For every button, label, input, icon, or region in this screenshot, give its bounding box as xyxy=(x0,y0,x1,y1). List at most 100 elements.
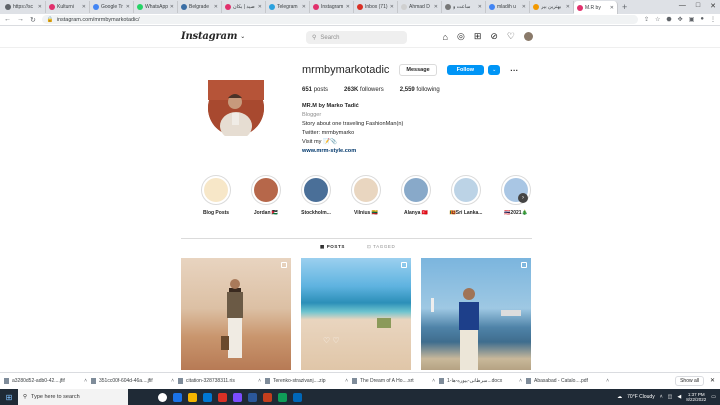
browser-tab[interactable]: بهترین بیر ✕ xyxy=(530,1,574,13)
heart-icon[interactable]: ♡ xyxy=(507,31,515,42)
share-icon[interactable]: ⇪ xyxy=(644,16,649,23)
tab-close-icon[interactable]: ✕ xyxy=(214,4,218,10)
chevron-up-icon[interactable]: ˄ xyxy=(84,378,87,384)
weather-icon[interactable]: ☁ xyxy=(617,394,622,400)
tab-close-icon[interactable]: ✕ xyxy=(302,4,306,10)
word-icon[interactable] xyxy=(248,392,257,402)
excel-icon[interactable] xyxy=(278,392,287,402)
highlight-item[interactable]: 🇱🇰Sri Lanka... xyxy=(446,175,486,216)
post-thumbnail[interactable] xyxy=(421,258,531,370)
tab-close-icon[interactable]: ✕ xyxy=(434,4,438,10)
reload-icon[interactable]: ↻ xyxy=(30,16,36,24)
powerpoint-icon[interactable] xyxy=(263,392,272,402)
browser-tab[interactable]: Telegram ✕ xyxy=(266,1,310,13)
download-item[interactable]: The Dream of A Ho....srt ˄ xyxy=(352,377,439,384)
maximize-icon[interactable]: □ xyxy=(696,2,700,10)
download-item[interactable]: 351cc00f-604d-46a....jfif ˄ xyxy=(91,377,178,384)
tab-close-icon[interactable]: ✕ xyxy=(82,4,86,10)
task-view-icon[interactable] xyxy=(158,392,167,402)
star-icon[interactable]: ☆ xyxy=(655,16,660,23)
menu-icon[interactable]: ⋮ xyxy=(710,16,716,23)
tab-tagged[interactable]: ⊡ TAGGED xyxy=(367,244,395,250)
download-item[interactable]: Abasabad - Catalo....pdf ˄ xyxy=(526,377,613,384)
edge-icon[interactable] xyxy=(173,392,182,402)
profile-picture[interactable] xyxy=(208,80,264,140)
chevron-right-icon[interactable]: › xyxy=(518,193,528,203)
chevron-up-icon[interactable]: ˄ xyxy=(345,378,348,384)
website-link[interactable]: www.mrm-style.com xyxy=(302,147,562,156)
search-input[interactable]: ⚲ Search xyxy=(306,31,407,44)
windows-start-icon[interactable]: ⊞ xyxy=(0,393,18,402)
highlight-item[interactable]: Blog Posts xyxy=(196,175,236,216)
messenger-icon[interactable]: ◎ xyxy=(457,31,465,42)
tab-close-icon[interactable]: ✕ xyxy=(390,4,394,10)
browser-tab[interactable]: mladih u ✕ xyxy=(486,1,530,13)
browser-tab[interactable]: Belgrade ✕ xyxy=(178,1,222,13)
download-item[interactable]: Terenko-strazivanj....zip ˄ xyxy=(265,377,352,384)
follow-button[interactable]: Follow xyxy=(446,65,485,75)
chevron-down-icon[interactable]: ⌄ xyxy=(240,33,245,40)
download-item[interactable]: citation-328738311.ris ˄ xyxy=(178,377,265,384)
browser-tab[interactable]: Inbox (71) ✕ xyxy=(354,1,398,13)
browser-tab[interactable]: Google Tr ✕ xyxy=(90,1,134,13)
clock[interactable]: 1:37 PM 8/22/2022 xyxy=(686,392,706,403)
sidebar-icon[interactable]: ▣ xyxy=(689,16,695,23)
browser-tab[interactable]: ساعت و ✕ xyxy=(442,1,486,13)
tab-close-icon[interactable]: ✕ xyxy=(610,5,614,11)
chevron-up-icon[interactable]: ˄ xyxy=(606,378,609,384)
minimize-icon[interactable]: — xyxy=(679,2,686,10)
outlook-icon[interactable] xyxy=(293,392,302,402)
following-stat[interactable]: 2,559 following xyxy=(400,87,440,93)
url-field[interactable]: 🔒 instagram.com/mrmbymarkotadic/ xyxy=(41,15,638,24)
highlight-item[interactable]: 🇹🇭2021🎄 xyxy=(496,175,536,216)
extension-icon[interactable]: ⬣ xyxy=(666,16,671,23)
browser-tab[interactable]: https://sc ✕ xyxy=(2,1,46,13)
more-options-icon[interactable]: ··· xyxy=(510,66,518,75)
new-post-icon[interactable]: ⊞ xyxy=(474,31,482,42)
tab-close-icon[interactable]: ✕ xyxy=(566,4,570,10)
avatar[interactable] xyxy=(524,32,533,41)
tab-close-icon[interactable]: ✕ xyxy=(170,4,174,10)
instagram-logo[interactable]: Instagram ⌄ xyxy=(181,31,245,42)
browser-tab[interactable]: WhatsApp ✕ xyxy=(134,1,178,13)
download-item[interactable]: a3280d52-adb0-42....jfif ˄ xyxy=(4,377,91,384)
notification-icon[interactable]: ▭ xyxy=(711,394,716,400)
taskbar-search-input[interactable]: ⚲ Type here to search xyxy=(18,389,128,405)
highlight-item[interactable]: Vilnius 🇱🇹 xyxy=(346,175,386,216)
chevron-up-icon[interactable]: ˄ xyxy=(660,394,663,400)
tab-close-icon[interactable]: ✕ xyxy=(346,4,350,10)
teams-icon[interactable] xyxy=(233,392,242,402)
message-button[interactable]: Message xyxy=(399,64,437,76)
browser-tab[interactable]: Ahmad D ✕ xyxy=(398,1,442,13)
store-icon[interactable] xyxy=(203,392,212,402)
back-icon[interactable]: ← xyxy=(4,16,11,23)
file-explorer-icon[interactable] xyxy=(188,392,197,402)
chevron-up-icon[interactable]: ˄ xyxy=(432,378,435,384)
followers-stat[interactable]: 263K followers xyxy=(344,87,384,93)
puzzle-icon[interactable]: ✥ xyxy=(678,16,683,23)
tab-close-icon[interactable]: ✕ xyxy=(38,4,42,10)
browser-tab[interactable]: Instagram ✕ xyxy=(310,1,354,13)
post-thumbnail[interactable]: ♡ ♡ xyxy=(301,258,411,370)
network-icon[interactable]: ◫ xyxy=(668,394,673,400)
download-item[interactable]: سرطانی-بیوره-ها-1...docx ˄ xyxy=(439,377,526,384)
highlight-item[interactable]: Jordan 🇯🇴 xyxy=(246,175,286,216)
forward-icon[interactable]: → xyxy=(17,16,24,23)
chrome-icon[interactable] xyxy=(218,392,227,402)
highlight-item[interactable]: Alanya 🇹🇷 xyxy=(396,175,436,216)
tab-close-icon[interactable]: ✕ xyxy=(478,4,482,10)
tab-close-icon[interactable]: ✕ xyxy=(258,4,262,10)
browser-tab[interactable]: Kulturni ✕ xyxy=(46,1,90,13)
post-thumbnail[interactable] xyxy=(181,258,291,370)
chevron-up-icon[interactable]: ˄ xyxy=(519,378,522,384)
chevron-up-icon[interactable]: ˄ xyxy=(258,378,261,384)
tab-posts[interactable]: ▦ POSTS xyxy=(320,244,345,250)
browser-tab[interactable]: صيد | بكان ✕ xyxy=(222,1,266,13)
close-downloads-icon[interactable]: ✕ xyxy=(710,377,715,384)
show-all-button[interactable]: Show all xyxy=(675,375,704,386)
home-icon[interactable]: ⌂ xyxy=(443,32,448,42)
profile-icon[interactable]: ● xyxy=(700,16,704,23)
chevron-up-icon[interactable]: ˄ xyxy=(171,378,174,384)
tab-close-icon[interactable]: ✕ xyxy=(126,4,130,10)
tab-close-icon[interactable]: ✕ xyxy=(522,4,526,10)
